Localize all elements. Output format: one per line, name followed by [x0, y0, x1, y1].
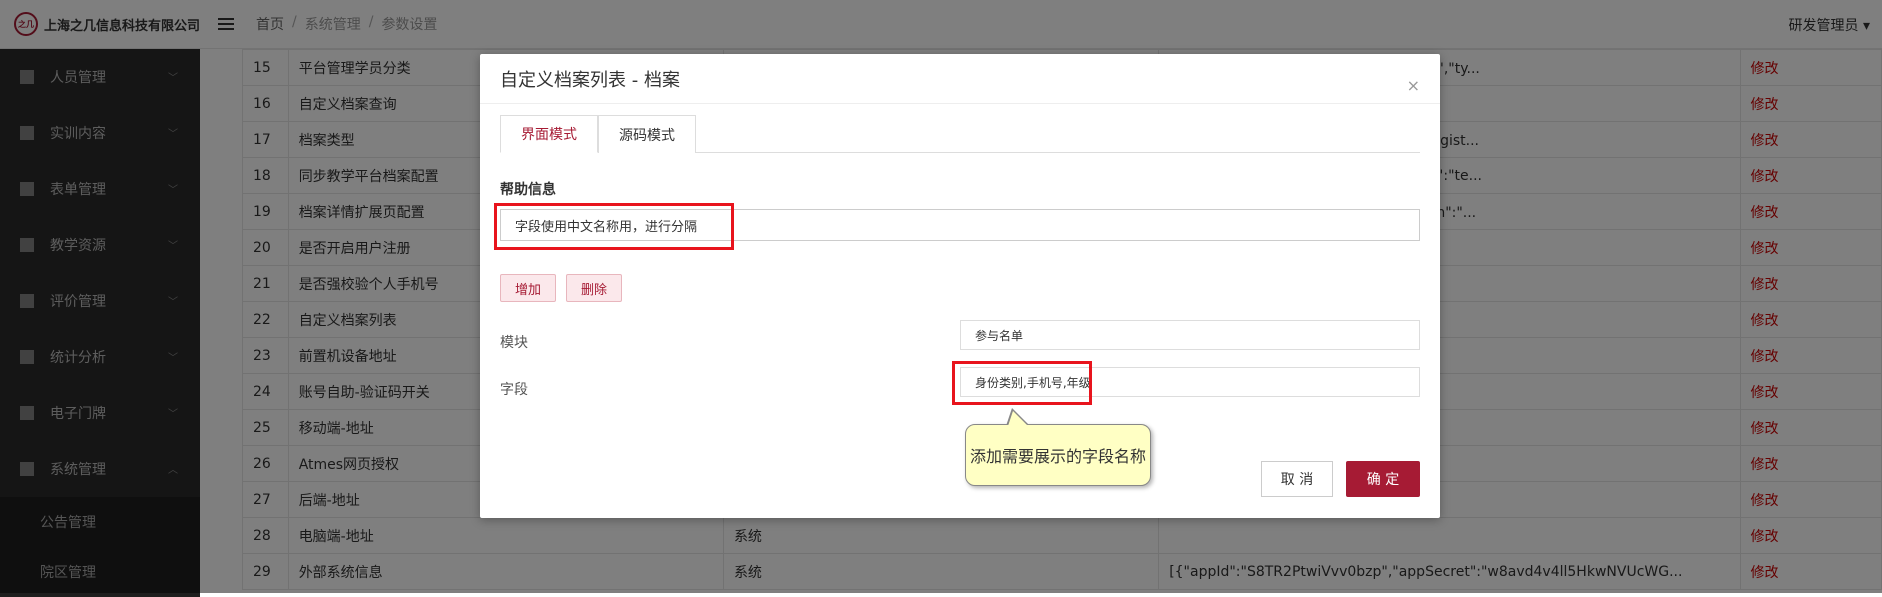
add-button[interactable]: 增加: [500, 274, 557, 302]
cancel-button[interactable]: 取 消: [1261, 461, 1333, 497]
callout-pointer-fill: [1008, 411, 1028, 426]
module-input[interactable]: 参与名单: [960, 320, 1420, 350]
callout-note: 添加需要展示的字段名称: [965, 424, 1151, 486]
confirm-button[interactable]: 确 定: [1346, 461, 1420, 497]
modal-dialog: 自定义档案列表 - 档案 × 界面模式 源码模式 帮助信息 字段使用中文名称用，…: [480, 54, 1440, 518]
tab-ui-mode[interactable]: 界面模式: [500, 115, 598, 153]
modal-tabs: 界面模式 源码模式: [500, 115, 1420, 153]
delete-button[interactable]: 删除: [566, 274, 623, 302]
close-icon[interactable]: ×: [1407, 76, 1420, 95]
highlight-box: [494, 203, 734, 250]
module-label: 模块: [500, 335, 528, 351]
field-label: 字段: [500, 382, 528, 398]
highlight-box: [952, 361, 1092, 405]
help-label: 帮助信息: [500, 182, 556, 198]
modal-title: 自定义档案列表 - 档案: [480, 54, 1440, 104]
tab-source-mode[interactable]: 源码模式: [598, 115, 696, 153]
